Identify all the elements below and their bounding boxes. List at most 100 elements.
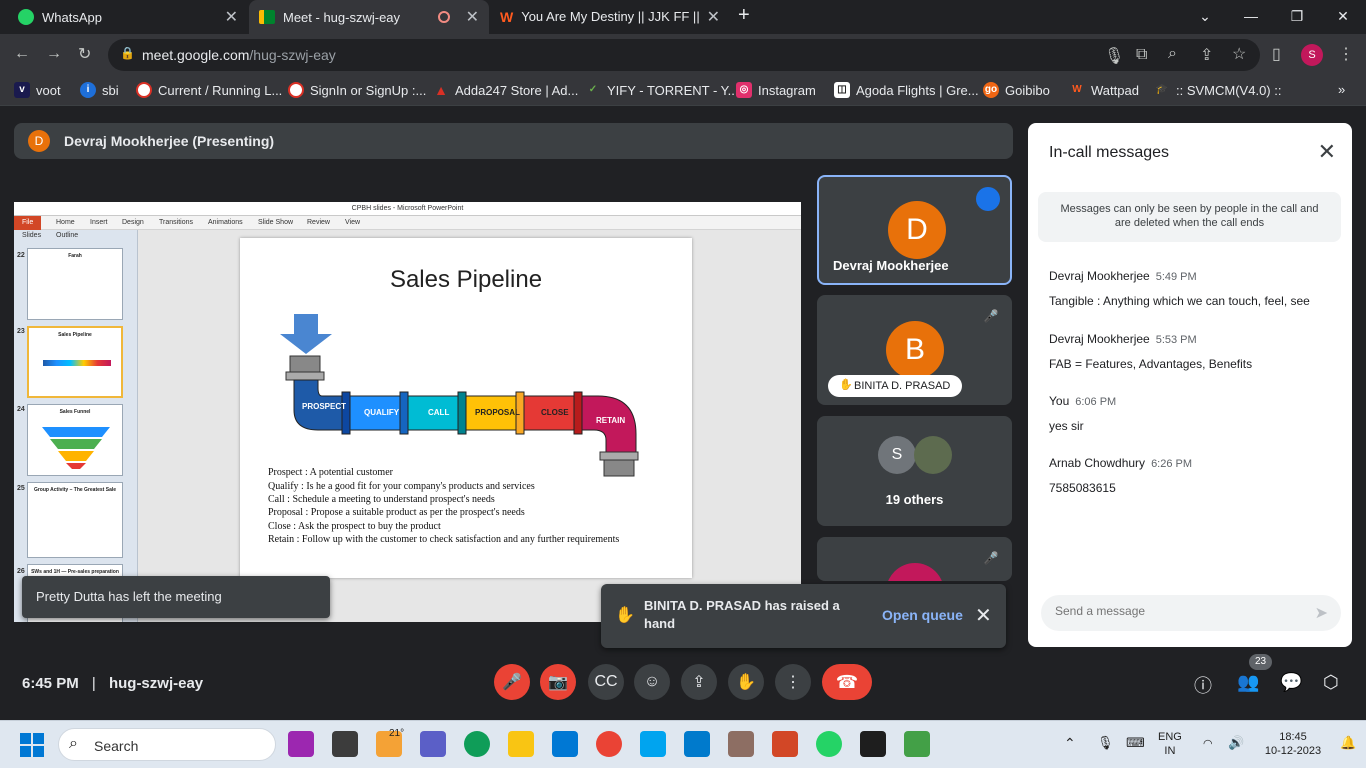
thumb-number: 26	[17, 568, 25, 575]
leave-call-button[interactable]: ☎	[822, 664, 872, 700]
microphone-icon[interactable]: 🎙	[1104, 46, 1124, 66]
captions-button[interactable]: CC	[588, 664, 624, 700]
wattpad-icon: W	[500, 9, 514, 25]
task-view-icon[interactable]	[332, 731, 358, 757]
close-tab-icon[interactable]: ✕	[225, 7, 238, 27]
new-tab-button[interactable]: +	[738, 4, 750, 27]
bookmark-wattpad[interactable]: W Wattpad	[1069, 82, 1139, 98]
bookmark-voot[interactable]: v voot	[14, 82, 61, 98]
others-tile[interactable]: S 19 others	[817, 416, 1012, 526]
share-icon[interactable]: ⇪	[1200, 45, 1213, 65]
copilot-icon[interactable]	[288, 731, 314, 757]
present-button[interactable]: ⇪	[681, 664, 717, 700]
send-icon[interactable]: ➤	[1315, 603, 1328, 623]
windows-taskbar: ⌕ Search 21° ⌃ 🎙 ⌨ ENG IN ◠ 🔊 18:45 10-1…	[0, 720, 1366, 768]
message-input-box[interactable]: ➤	[1041, 595, 1341, 631]
emoji-button[interactable]: ☺	[634, 664, 670, 700]
close-icon[interactable]: ✕	[1318, 139, 1336, 165]
whatsapp-icon[interactable]	[816, 731, 842, 757]
mic-off-button[interactable]: 🎤	[494, 664, 530, 700]
tab-whatsapp[interactable]: WhatsApp ✕	[8, 0, 248, 34]
hand-raised-message: BINITA D. PRASAD has raised a hand	[644, 598, 840, 631]
mail-icon[interactable]	[552, 731, 578, 757]
notification-bell-icon[interactable]: 🔔	[1340, 736, 1356, 750]
close-toast-icon[interactable]: ✕	[975, 603, 992, 628]
close-tab-icon[interactable]: ✕	[707, 7, 720, 27]
bookmark-svmcm[interactable]: 🎓:: SVMCM(V4.0) ::	[1154, 82, 1282, 98]
forward-icon[interactable]: →	[46, 45, 62, 63]
bookmark-adda247[interactable]: ▲ Adda247 Store | Ad...	[433, 82, 578, 98]
bookmarks-overflow-icon[interactable]: »	[1338, 82, 1345, 97]
menu-kebab-icon[interactable]: ⋮	[1338, 44, 1354, 64]
minimize-icon[interactable]: —	[1228, 0, 1274, 32]
teams-icon[interactable]	[420, 731, 446, 757]
microphone-icon[interactable]: 🎙	[1097, 736, 1114, 750]
app-icon[interactable]	[904, 731, 930, 757]
reload-icon[interactable]: ↻	[78, 44, 91, 64]
activities-icon[interactable]: ⬡	[1323, 672, 1339, 693]
chat-icon[interactable]: 💬	[1280, 672, 1302, 693]
ppt-ribbon-tab: Animations	[208, 219, 243, 226]
participant-tile[interactable]: B 🎤 BINITA D. PRASAD ✋	[817, 295, 1012, 405]
open-external-icon[interactable]: ⧉	[1136, 46, 1147, 64]
close-window-icon[interactable]: ✕	[1320, 0, 1366, 32]
ppt-ribbon-tab: Home	[56, 219, 75, 226]
bookmark-instagram[interactable]: ◎ Instagram	[736, 82, 816, 98]
windows-start-icon[interactable]	[20, 733, 44, 757]
file-explorer-icon[interactable]	[508, 731, 534, 757]
profile-avatar[interactable]: S	[1301, 44, 1323, 66]
restore-icon[interactable]: ❐	[1274, 0, 1320, 32]
lock-icon[interactable]: 🔒	[120, 46, 135, 60]
ppt-ribbon-tab: Design	[122, 219, 144, 226]
game-icon[interactable]	[728, 731, 754, 757]
participant-tile[interactable]: D Devraj Mookherjee	[817, 175, 1012, 285]
remote-desktop-icon[interactable]	[640, 731, 666, 757]
side-panel-icon[interactable]: ▯	[1272, 44, 1281, 64]
edge-icon[interactable]	[464, 731, 490, 757]
tab-search-icon[interactable]: ⌄	[1182, 0, 1228, 32]
powerpoint-icon[interactable]	[772, 731, 798, 757]
more-options-button[interactable]: ⋮	[775, 664, 811, 700]
terminal-icon[interactable]	[860, 731, 886, 757]
stage-label: CLOSE	[541, 408, 569, 417]
tab-strip: WhatsApp ✕ Meet - hug-szwj-eay ✕ W You A…	[0, 0, 1366, 34]
chevron-up-icon[interactable]: ⌃	[1064, 736, 1076, 750]
back-icon[interactable]: ←	[14, 45, 30, 63]
bookmark-goibibo[interactable]: go Goibibo	[983, 82, 1050, 98]
url-text[interactable]: meet.google.com/hug-szwj-eay	[142, 47, 336, 63]
people-icon[interactable]: 👥	[1237, 672, 1259, 693]
chrome-icon[interactable]	[596, 731, 622, 757]
clock[interactable]: 18:45 10-12-2023	[1260, 730, 1326, 758]
bookmark-agoda[interactable]: ◫ Agoda Flights | Gre...	[834, 82, 979, 98]
chat-message: Devraj Mookherjee 5:53 PM FAB = Features,…	[1049, 330, 1339, 371]
bookmark-yify[interactable]: ✓ YIFY - TORRENT - Y...	[585, 82, 739, 98]
tab-wattpad[interactable]: W You Are My Destiny || JJK FF || ✓ ✕	[490, 0, 730, 34]
bookmark-sbi[interactable]: i sbi	[80, 82, 119, 98]
ppt-slides-pane: Slides Outline 22 Farah 23 Sales Pipelin…	[14, 230, 138, 622]
open-queue-button[interactable]: Open queue	[882, 607, 963, 623]
close-tab-icon[interactable]: ✕	[466, 7, 479, 27]
address-bar[interactable]: 🔒 meet.google.com/hug-szwj-eay 🎙 ⧉ ⌕ ⇪ ☆	[108, 39, 1260, 71]
ppt-ribbon-tab: Insert	[90, 219, 108, 226]
language-indicator[interactable]: ENG IN	[1158, 730, 1182, 758]
volume-icon[interactable]: 🔊	[1228, 736, 1244, 750]
vscode-icon[interactable]	[684, 731, 710, 757]
thumb-number: 23	[17, 328, 25, 335]
taskbar-search[interactable]: ⌕ Search	[58, 728, 276, 761]
wifi-icon[interactable]: ◠	[1203, 737, 1213, 751]
bookmark-signin[interactable]: SignIn or SignUp :...	[288, 82, 426, 98]
message-input[interactable]	[1055, 604, 1295, 618]
bookmark-star-icon[interactable]: ☆	[1232, 44, 1246, 64]
bookmark-current-running[interactable]: Current / Running L...	[136, 82, 282, 98]
zoom-icon[interactable]: ⌕	[1168, 45, 1177, 63]
raise-hand-button[interactable]: ✋	[728, 664, 764, 700]
participant-tile[interactable]: 🎤	[817, 537, 1012, 581]
slide-thumbnail: Sales Funnel	[27, 404, 123, 476]
camera-off-button[interactable]: 📷	[540, 664, 576, 700]
shared-screen[interactable]: CPBH slides - Microsoft PowerPoint File …	[14, 202, 801, 622]
bookmark-label: Agoda Flights | Gre...	[856, 82, 979, 98]
tab-meet[interactable]: Meet - hug-szwj-eay ✕	[249, 0, 489, 34]
meeting-details-icon[interactable]: ⓘ	[1194, 672, 1212, 698]
keyboard-icon[interactable]: ⌨	[1126, 736, 1145, 750]
bookmark-label: voot	[36, 82, 61, 98]
